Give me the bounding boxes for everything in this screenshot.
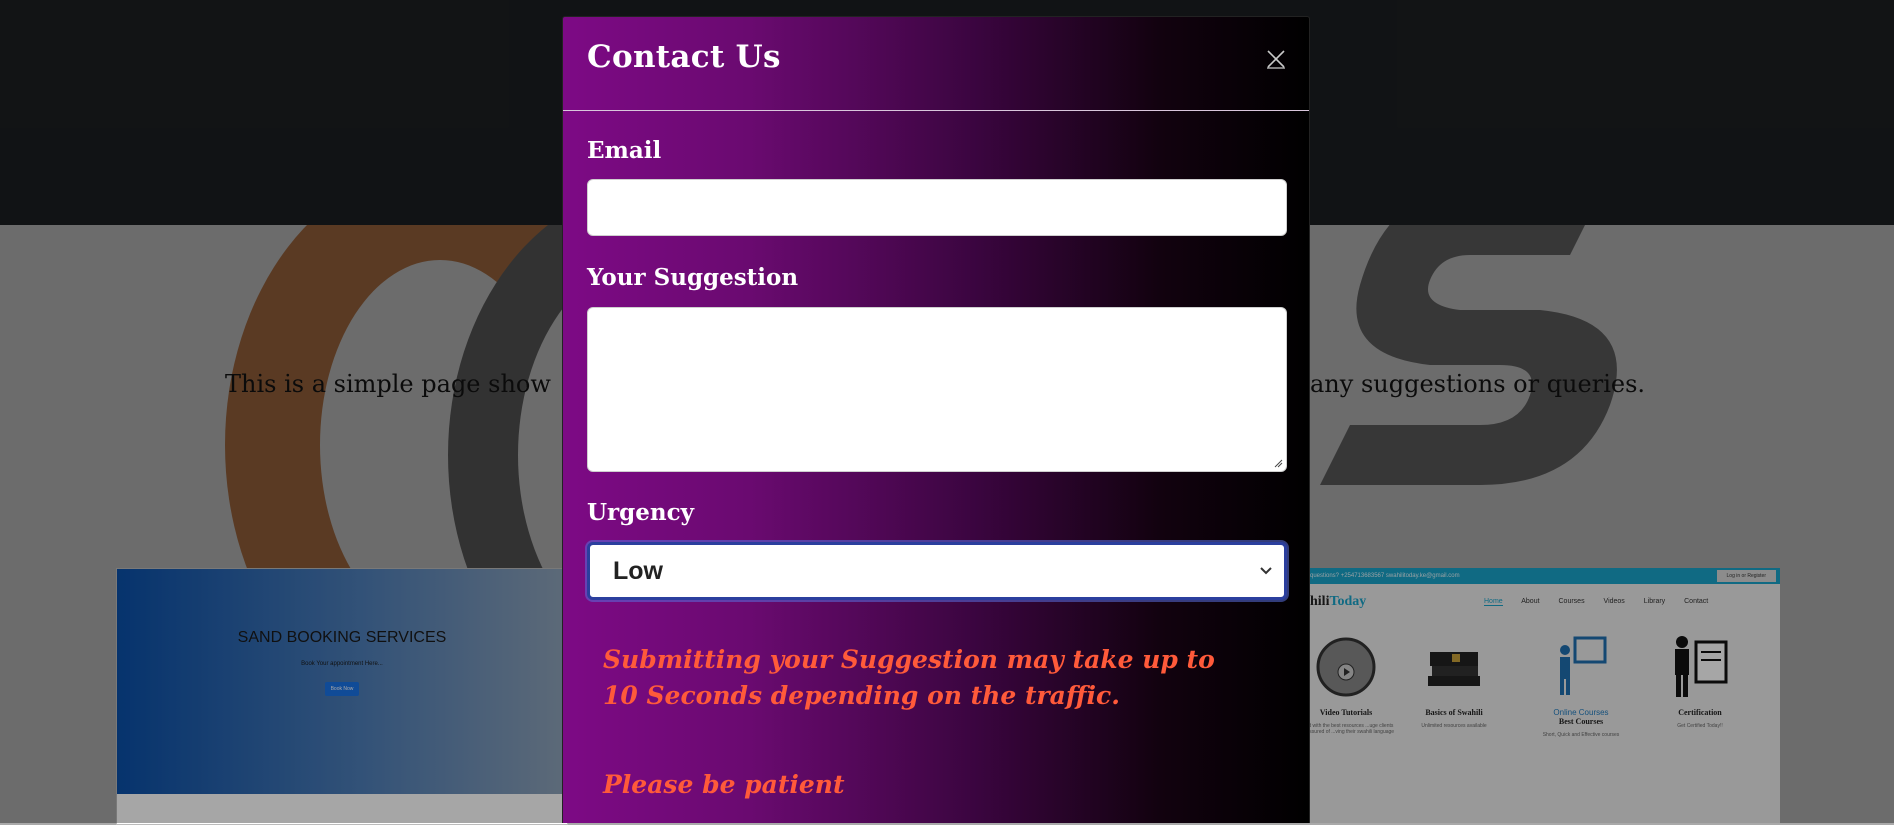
traffic-notice: Submitting your Suggestion may take up t… (603, 645, 1215, 710)
modal-title: Contact Us (587, 39, 781, 75)
urgency-selected-value: Low (613, 557, 663, 585)
close-button[interactable] (1265, 48, 1287, 70)
suggestion-label: Your Suggestion (587, 264, 799, 291)
resize-grip-icon[interactable] (1273, 458, 1283, 468)
urgency-select[interactable]: Low (587, 542, 1287, 600)
patience-notice: Please be patient (603, 770, 845, 799)
contact-form: Email Your Suggestion Urgency Low (587, 137, 1287, 600)
urgency-label: Urgency (587, 499, 694, 526)
close-icon (1267, 50, 1285, 69)
suggestion-textarea[interactable] (587, 307, 1287, 472)
email-field[interactable] (587, 179, 1287, 236)
email-label: Email (587, 137, 662, 164)
contact-modal: Contact Us Email Your Suggestion Urgency… (562, 16, 1310, 823)
modal-header: Contact Us (563, 17, 1309, 111)
chevron-down-icon (1260, 567, 1272, 575)
